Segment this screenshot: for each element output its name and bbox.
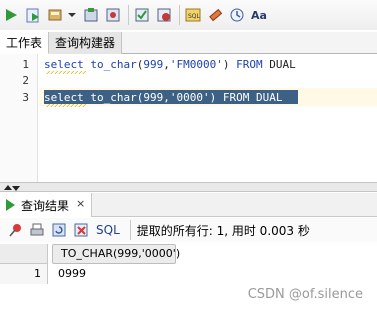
format-string: '0000' — [169, 91, 210, 104]
format-string: 'FM0000' — [169, 58, 223, 71]
clear-icon[interactable] — [206, 6, 224, 24]
comma: , — [163, 58, 170, 71]
main-toolbar: SQL Aa — [0, 0, 377, 30]
collapse-up-icon[interactable] — [4, 185, 12, 190]
case-toggle-icon[interactable]: Aa — [250, 6, 268, 24]
table-name: DUAL — [255, 91, 283, 104]
line-number: 3 — [22, 91, 29, 104]
grid-corner — [0, 244, 48, 264]
number-literal: 999 — [143, 91, 164, 104]
line-number: 1 — [22, 58, 29, 71]
editor-tabs: 工作表 查询构建器 — [0, 32, 377, 54]
function-name: to_char — [90, 91, 137, 104]
close-icon[interactable]: × — [76, 197, 85, 210]
cancel-icon[interactable] — [72, 221, 90, 239]
fetch-status: 提取的所有行: 1, 用时 0.003 秒 — [136, 223, 310, 238]
table-name: DUAL — [269, 58, 296, 71]
keyword-from: FROM — [222, 91, 250, 104]
keyword-select: select — [44, 58, 84, 71]
spellcheck-underline — [46, 104, 86, 107]
tab-query-builder[interactable]: 查询构建器 — [49, 32, 123, 54]
sql-editor[interactable]: 1 2 3 select to_char(999,'FM0000') FROM … — [0, 54, 377, 182]
autotrace-icon[interactable] — [104, 6, 122, 24]
comma: , — [163, 91, 170, 104]
chevron-down-icon[interactable] — [68, 13, 76, 17]
code-line-1: select to_char(999,'FM0000') FROM DUAL — [44, 58, 296, 71]
history-icon[interactable] — [228, 6, 246, 24]
toolbar-divider — [129, 220, 131, 240]
collapse-down-icon[interactable] — [12, 186, 20, 191]
run-statement-icon[interactable] — [2, 6, 20, 24]
line-number: 2 — [22, 74, 29, 87]
code-line-3: select to_char(999,'0000') FROM DUAL — [44, 91, 282, 104]
table-cell[interactable]: 0999 — [52, 264, 176, 284]
toolbar-divider — [128, 5, 129, 25]
column-header[interactable]: TO_CHAR(999,'0000') — [52, 244, 180, 264]
paren-close: ) — [209, 91, 217, 104]
row-number: 1 — [0, 264, 48, 284]
commit-icon[interactable] — [46, 6, 64, 24]
sql-monitor-icon[interactable]: SQL — [184, 6, 202, 24]
pin-icon[interactable] — [6, 221, 24, 239]
svg-text:SQL: SQL — [188, 13, 201, 20]
result-tab-label: 查询结果 — [21, 198, 70, 213]
sql-tuning-icon[interactable] — [155, 6, 173, 24]
line-number-gutter: 1 2 3 — [0, 54, 38, 182]
pane-splitter[interactable] — [0, 182, 377, 192]
keyword-from: FROM — [236, 58, 263, 71]
keyword-select: select — [44, 91, 84, 104]
toolbar-divider — [179, 5, 180, 25]
watermark: CSDN @of.silence — [247, 287, 363, 302]
spellcheck-underline — [46, 71, 86, 74]
sql-link[interactable]: SQL — [96, 223, 120, 237]
number-literal: 999 — [143, 58, 164, 71]
tab-worksheet[interactable]: 工作表 — [0, 32, 50, 54]
run-script-icon[interactable] — [24, 6, 42, 24]
paren-close: ) — [222, 58, 230, 71]
results-toolbar: SQL 提取的所有行: 1, 用时 0.003 秒 — [0, 218, 377, 242]
refresh-icon[interactable] — [50, 221, 68, 239]
play-icon — [6, 199, 15, 211]
explain-plan-icon[interactable] — [133, 6, 151, 24]
results-tab-bar: 查询结果 × — [0, 193, 377, 217]
tab-query-result[interactable]: 查询结果 × — [0, 193, 92, 217]
function-name: to_char — [90, 58, 137, 71]
print-icon[interactable] — [28, 221, 46, 239]
rollback-icon[interactable] — [82, 6, 100, 24]
